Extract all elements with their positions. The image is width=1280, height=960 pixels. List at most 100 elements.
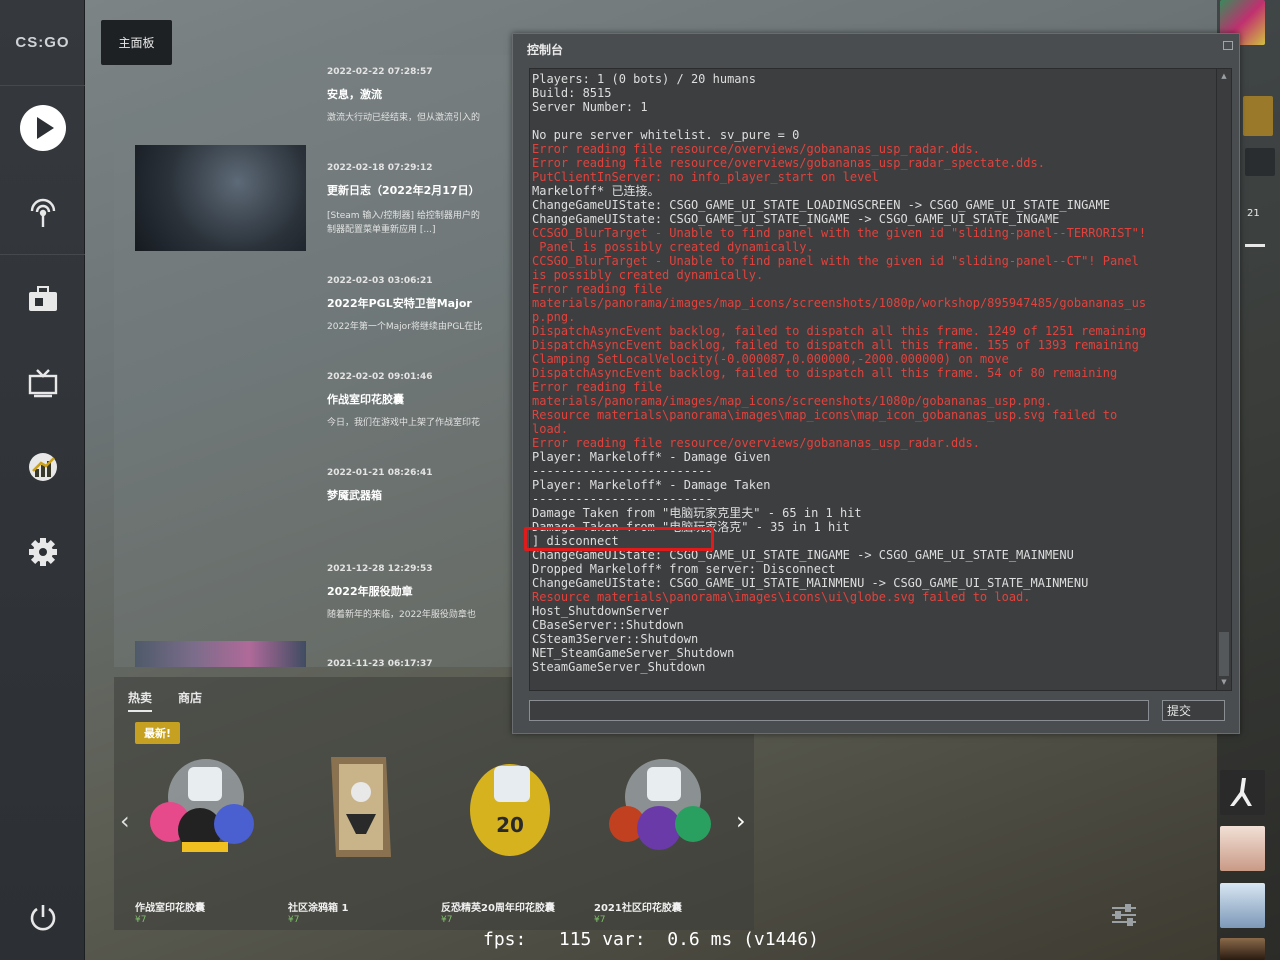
submit-button[interactable]: 提交 [1162, 700, 1225, 721]
sticker-capsule-image [597, 747, 727, 867]
news-title[interactable]: 作战室印花胶囊 [327, 391, 527, 407]
store-item[interactable]: 2021社区印花胶囊 ¥7 [587, 747, 737, 927]
console-line: Clamping SetLocalVelocity(-0.000087,0.00… [532, 352, 1009, 366]
disconnect-highlight [524, 527, 714, 551]
news-date: 2022-02-22 07:28:57 [327, 67, 433, 77]
store-next-arrow[interactable]: › [736, 807, 746, 835]
news-date: 2022-02-03 03:06:21 [327, 276, 433, 286]
console-line: p.png. [532, 310, 576, 324]
console-line: materials/panorama/images/map_icons/scre… [532, 394, 1053, 408]
news-item[interactable]: 2021-11-23 06:17:37 [327, 659, 527, 667]
console-line: DispatchAsyncEvent backlog, failed to di… [532, 338, 1139, 352]
store-item-price: ¥7 [288, 915, 300, 925]
news-desc: 今日，我们在游戏中上架了作战室印花 [327, 418, 481, 428]
maximize-button[interactable] [1223, 41, 1233, 50]
news-date: 2021-12-28 12:29:53 [327, 564, 433, 574]
news-title[interactable]: 安息，激流 [327, 86, 527, 102]
news-item[interactable]: 2022-02-03 03:06:21 2022年PGL安特卫普Major 20… [327, 276, 527, 334]
csgo-logo: CS:GO [0, 0, 85, 86]
sticker-capsule-image [138, 747, 268, 867]
news-title[interactable]: 更新日志（2022年2月17日） [327, 182, 527, 198]
news-thumbnail[interactable] [135, 641, 306, 667]
friend-avatar[interactable] [1220, 770, 1265, 815]
scrollbar-thumb[interactable] [1219, 632, 1229, 676]
friend-avatar[interactable] [1220, 883, 1265, 928]
console-line: Error reading file resource/overviews/go… [532, 142, 980, 156]
news-date: 2022-02-18 07:29:12 [327, 163, 433, 173]
play-button[interactable] [0, 86, 85, 170]
sticker-capsule-image: 20 [444, 747, 574, 867]
console-title: 控制台 [527, 43, 564, 57]
store-item-name: 作战室印花胶囊 [135, 903, 205, 914]
stats-button[interactable] [0, 425, 85, 509]
inventory-button[interactable] [0, 257, 85, 341]
settings-button[interactable] [0, 510, 85, 594]
console-line: Resource materials\panorama\images\icons… [532, 590, 1031, 604]
store-item[interactable]: 社区涂鸦箱 1 ¥7 [281, 747, 431, 927]
console-line: PutClientInServer: no info_player_start … [532, 170, 879, 184]
friend-avatar[interactable] [1220, 938, 1265, 960]
console-line: Player: Markeloff* - Damage Taken [532, 478, 771, 492]
console-line: No pure server whitelist. sv_pure = 0 [532, 128, 800, 142]
friend-avatar[interactable] [1220, 826, 1265, 871]
console-line: CSteam3Server::Shutdown [532, 632, 699, 646]
console-line: Build: 8515 [532, 86, 612, 100]
scroll-up-arrow[interactable]: ▲ [1220, 72, 1228, 80]
sidebar-divider [0, 254, 85, 255]
news-item[interactable]: 2022-02-18 07:29:12 更新日志（2022年2月17日） [St… [327, 163, 527, 237]
quit-button[interactable] [0, 875, 85, 959]
fps-readout: fps: 115 var: 0.6 ms (v1446) [483, 929, 819, 950]
console-window: 控制台 Players: 1 (0 bots) / 20 humans Build… [512, 33, 1240, 734]
console-scrollbar[interactable]: ▲ ▼ [1216, 69, 1231, 690]
news-desc: 2022年第一个Major将继续由PGL在比 [327, 322, 483, 332]
news-date: 2022-01-21 08:26:41 [327, 468, 433, 478]
watch-button[interactable] [0, 341, 85, 425]
tab-store[interactable]: 商店 [178, 689, 202, 706]
tab-hot[interactable]: 热卖 [128, 689, 153, 712]
store-item-name: 社区涂鸦箱 1 [288, 903, 349, 914]
news-title[interactable]: 2022年服役勋章 [327, 583, 527, 599]
friends-indicator [1245, 244, 1265, 247]
console-line: materials/panorama/images/map_icons/scre… [532, 296, 1147, 310]
store-item[interactable]: 作战室印花胶囊 ¥7 [128, 747, 278, 927]
console-line: Dropped Markeloff* from server: Disconne… [532, 562, 836, 576]
store-item-price: ¥7 [441, 915, 453, 925]
console-line: CBaseServer::Shutdown [532, 618, 684, 632]
store-item-price: ¥7 [135, 915, 147, 925]
news-item[interactable]: 2022-01-21 08:26:41 梦魇武器箱 [327, 468, 527, 503]
svg-text:20: 20 [496, 813, 524, 837]
news-desc: 随着新年的来临，2022年服役勋章也 [327, 610, 476, 620]
console-line: CCSGO_BlurTarget - Unable to find panel … [532, 254, 1139, 268]
news-title[interactable]: 2022年PGL安特卫普Major [327, 295, 527, 311]
friends-toggle[interactable] [1245, 148, 1275, 176]
news-date: 2021-11-23 06:17:37 [327, 659, 433, 667]
console-output: Players: 1 (0 bots) / 20 humans Build: 85… [529, 68, 1232, 691]
store-item-name: 2021社区印花胶囊 [594, 903, 682, 914]
antenna-icon [30, 198, 55, 227]
console-command-input[interactable] [529, 700, 1149, 721]
console-line: Resource materials\panorama\images\map_i… [532, 408, 1118, 422]
news-item[interactable]: 2022-02-22 07:28:57 安息，激流 激流大行动已经结束，但从激流… [327, 67, 527, 125]
tab-main-panel[interactable]: 主面板 [101, 20, 172, 65]
scroll-down-arrow[interactable]: ▼ [1220, 678, 1228, 686]
store-item[interactable]: 20 反恐精英20周年印花胶囊 ¥7 [434, 747, 584, 927]
watch-broadcast-button[interactable] [0, 170, 85, 254]
console-line: Players: 1 (0 bots) / 20 humans [532, 72, 756, 86]
console-line: Markeloff* 已连接。 [532, 184, 660, 198]
tv-icon [28, 369, 57, 398]
console-line: ChangeGameUIState: CSGO_GAME_UI_STATE_LO… [532, 198, 1110, 212]
news-date: 2022-02-02 09:01:46 [327, 372, 433, 382]
graffiti-box-image [291, 747, 421, 867]
console-line: Panel is possibly created dynamically. [532, 240, 814, 254]
console-line: Server Number: 1 [532, 100, 648, 114]
news-title[interactable]: 梦魇武器箱 [327, 487, 527, 503]
console-line: Damage Taken from "电脑玩家克里夫" - 65 in 1 hi… [532, 506, 862, 520]
news-thumbnail[interactable] [135, 145, 306, 251]
news-item[interactable]: 2021-12-28 12:29:53 2022年服役勋章 随着新年的来临，20… [327, 564, 527, 622]
store-item-name: 反恐精英20周年印花胶囊 [441, 903, 555, 914]
console-line: Error reading file [532, 282, 663, 296]
news-item[interactable]: 2022-02-02 09:01:46 作战室印花胶囊 今日，我们在游戏中上架了… [327, 372, 527, 430]
news-desc: 制器配置菜单重新应用 [...] [327, 225, 436, 235]
console-line: load. [532, 422, 569, 436]
filter-icon[interactable] [1110, 903, 1138, 927]
